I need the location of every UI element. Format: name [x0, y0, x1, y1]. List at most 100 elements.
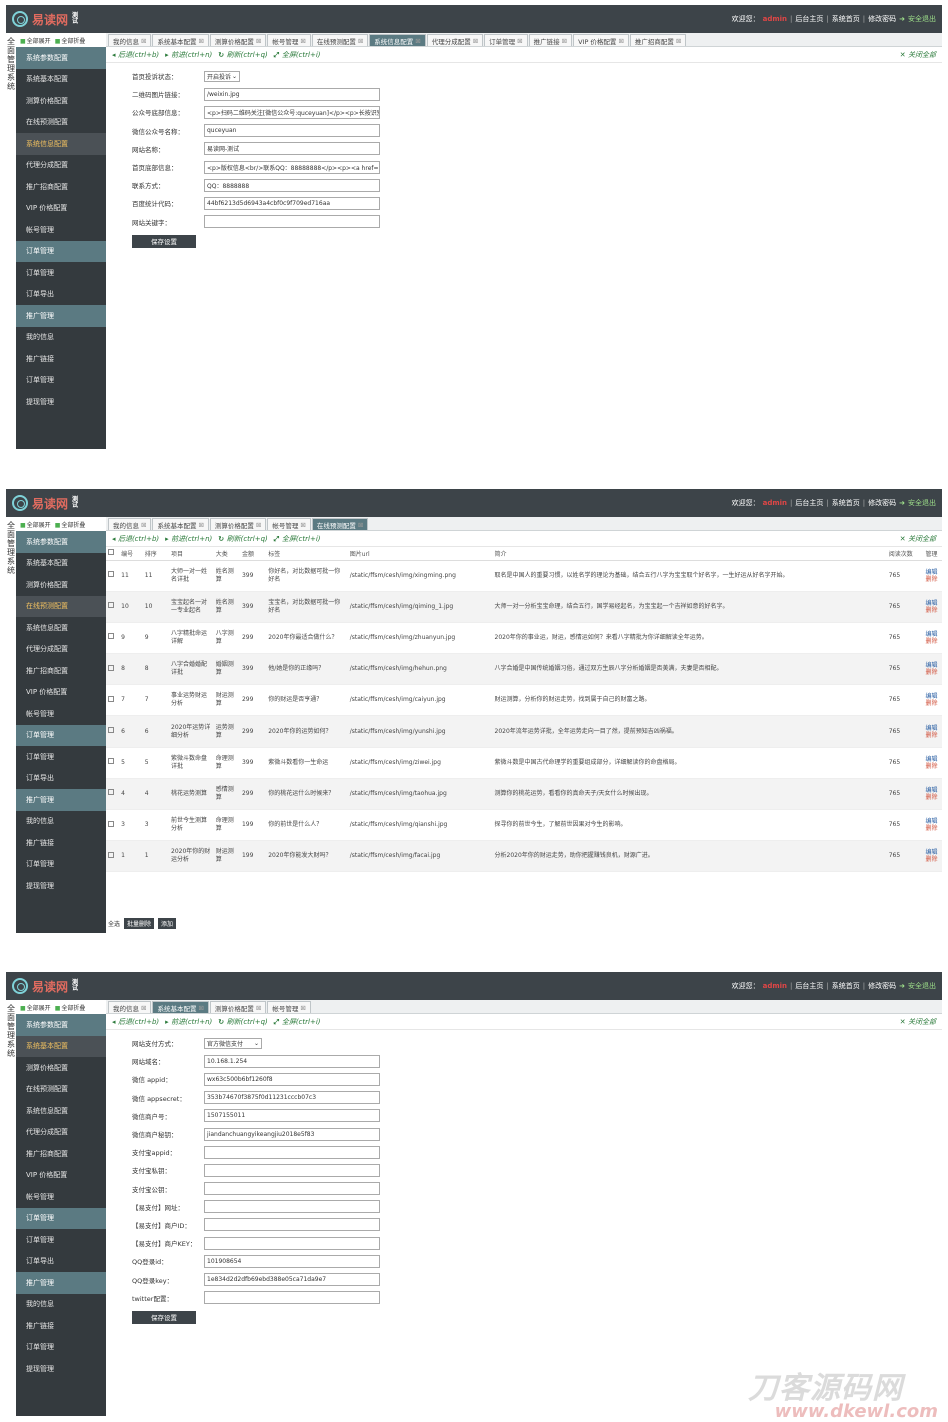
sidebar-item[interactable]: 帐号管理 [16, 703, 106, 725]
collapse-all-button[interactable]: 全部折叠 [55, 520, 85, 529]
text-input[interactable] [204, 1182, 380, 1196]
top-link[interactable]: 系统首页 [832, 498, 860, 508]
text-input[interactable]: 1507155011 [204, 1109, 380, 1123]
tab[interactable]: 在线预测配置 ⊠ [311, 518, 369, 530]
tab[interactable]: 帐号管理 ⊠ [267, 1001, 311, 1013]
close-icon[interactable]: ⊠ [562, 37, 567, 45]
sidebar-item[interactable]: 推广链接 [16, 832, 106, 854]
sidebar-item[interactable]: 订单导出 [16, 1251, 106, 1273]
sidebar-item[interactable]: 推广链接 [16, 1315, 106, 1337]
sidebar-item[interactable]: 订单管理 [16, 854, 106, 876]
close-icon[interactable]: ⊠ [300, 521, 305, 529]
sidebar-item[interactable]: 代理分成配置 [16, 155, 106, 177]
text-input[interactable]: 易读网-测试 [204, 142, 380, 156]
sidebar-item[interactable]: 订单导出 [16, 284, 106, 306]
text-input[interactable]: <p>扫码二维码关注[微信公众号:quceyuan]</p><p>长按识别 [204, 105, 380, 119]
close-icon[interactable]: ⊠ [141, 37, 146, 45]
expand-all-button[interactable]: 全部展开 [20, 1003, 51, 1012]
text-input[interactable]: /weixin.jpg [204, 87, 380, 101]
forward-button[interactable]: ▸ 前进(ctrl+n) [165, 1017, 212, 1027]
sidebar-group[interactable]: 系统参数配置 [16, 1014, 106, 1036]
table-row[interactable]: 3 3 前世今生测算分析 命理测算 199 你的前世是什么人？/static/ffsm/c… [106, 809, 942, 842]
tab[interactable]: 系统基本配置 ⊠ [152, 518, 209, 530]
sidebar-group[interactable]: 系统参数配置 [16, 531, 106, 553]
sidebar-item[interactable]: 系统信息配置 [16, 1100, 106, 1122]
tab[interactable]: 我的信息 ⊠ [108, 1001, 152, 1013]
sidebar-group[interactable]: 推广管理 [16, 305, 106, 327]
sidebar-item[interactable]: 在线预测配置 [16, 112, 106, 134]
close-all-button[interactable]: ✕ 关闭全部 [900, 50, 936, 60]
sidebar-item[interactable]: 我的信息 [16, 811, 106, 833]
text-input[interactable]: wx63c500b6bf1260f8 [204, 1072, 380, 1086]
tab[interactable]: VIP 价格配置 ⊠ [573, 34, 629, 46]
sidebar-item[interactable]: 系统基本配置 [16, 1035, 106, 1057]
sidebar-item[interactable]: 推广招商配置 [16, 660, 106, 682]
text-input[interactable]: QQ：8888888 [204, 178, 380, 192]
logout-icon[interactable]: ➜ [899, 499, 905, 507]
brand-logo[interactable]: 易读网 测试 [12, 495, 80, 512]
text-input[interactable] [204, 1200, 380, 1214]
sidebar-item[interactable]: 测算价格配置 [16, 1057, 106, 1079]
refresh-button[interactable]: ↻ 刷新(ctrl+q) [218, 534, 268, 544]
expand-all-button[interactable]: 全部展开 [20, 520, 51, 529]
close-icon[interactable]: ⊠ [676, 37, 681, 45]
text-input[interactable]: 101908654 [204, 1254, 380, 1268]
top-link[interactable]: 修改密码 [868, 981, 896, 991]
text-input[interactable]: 1e834d2d2dfb69ebd388e05ca71da9e7 [204, 1273, 380, 1287]
tab[interactable]: 我的信息 ⊠ [108, 518, 152, 530]
sidebar-item[interactable]: 提现管理 [16, 391, 106, 413]
row-checkbox[interactable] [108, 695, 114, 702]
row-checkbox[interactable] [108, 758, 114, 765]
select-all-checkbox[interactable] [108, 549, 114, 556]
sidebar-item[interactable]: 订单管理 [16, 1229, 106, 1251]
top-link[interactable]: 后台主页 [795, 498, 823, 508]
sidebar-item[interactable]: 测算价格配置 [16, 90, 106, 112]
add-button[interactable]: 添加 [158, 918, 177, 929]
sidebar-item[interactable]: 系统基本配置 [16, 69, 106, 91]
top-link[interactable]: 修改密码 [868, 498, 896, 508]
sidebar-item[interactable]: VIP 价格配置 [16, 1165, 106, 1187]
sidebar-item[interactable]: 在线预测配置 [16, 1079, 106, 1101]
sidebar-item[interactable]: 帐号管理 [16, 219, 106, 241]
collapse-all-button[interactable]: 全部折叠 [55, 1003, 85, 1012]
text-input[interactable] [204, 1291, 380, 1305]
close-icon[interactable]: ⊠ [358, 521, 363, 529]
table-row[interactable]: 5 5 紫微斗数命盘详批 命理测算 399 紫微斗数看你一生命运/static/ffsm/… [106, 747, 942, 779]
collapse-all-button[interactable]: 全部折叠 [55, 36, 85, 45]
edit-button[interactable]: 编辑 [926, 787, 940, 794]
sidebar-item[interactable]: 我的信息 [16, 1294, 106, 1316]
sidebar-item[interactable]: 订单管理 [16, 370, 106, 392]
sidebar-item[interactable]: 系统信息配置 [16, 617, 106, 639]
table-row[interactable]: 1 1 2020年你的财运分析 财运测算 199 2020年你能发大财吗？/static/… [106, 840, 942, 873]
close-all-button[interactable]: ✕ 关闭全部 [900, 1017, 936, 1027]
table-row[interactable]: 10 10 宝宝起名一对一专业起名 姓名测算 399 宝宝名，对比数据可批一你好名/sta… [106, 591, 942, 623]
sidebar-item[interactable]: 提现管理 [16, 1358, 106, 1380]
sidebar-item[interactable]: 代理分成配置 [16, 639, 106, 661]
tab[interactable]: 测算价格配置 ⊠ [209, 1001, 267, 1013]
select-all-link[interactable]: 全选 [108, 919, 120, 928]
close-icon[interactable]: ⊠ [256, 37, 261, 45]
tab[interactable]: 测算价格配置 ⊠ [209, 518, 267, 530]
text-input[interactable]: <p>版权信息<br/>联系QQ：88888888</p><p><a href=… [204, 160, 380, 174]
fullscreen-button[interactable]: ⤢ 全屏(ctrl+i) [274, 534, 321, 544]
table-row[interactable]: 4 4 桃花运势测算 感情测算 299 你的桃花运什么时候来？/static/ffsm/c… [106, 778, 942, 811]
row-checkbox[interactable] [108, 602, 114, 609]
delete-button[interactable]: 删除 [926, 607, 940, 614]
delete-button[interactable]: 删除 [926, 825, 940, 832]
sidebar-item[interactable]: 测算价格配置 [16, 574, 106, 596]
text-input[interactable] [204, 1218, 380, 1232]
text-input[interactable] [204, 1145, 380, 1159]
fullscreen-button[interactable]: ⤢ 全屏(ctrl+i) [274, 50, 321, 60]
sidebar-item[interactable]: 代理分成配置 [16, 1122, 106, 1144]
edit-button[interactable]: 编辑 [926, 600, 940, 607]
tab[interactable]: 帐号管理 ⊠ [267, 518, 311, 530]
sidebar-item[interactable]: 系统信息配置 [16, 133, 106, 155]
batch-delete-button[interactable]: 批量删除 [124, 918, 155, 929]
delete-button[interactable]: 删除 [926, 763, 940, 770]
row-checkbox[interactable] [108, 789, 114, 796]
sidebar-item[interactable]: 订单导出 [16, 768, 106, 790]
sidebar-item[interactable]: 推广链接 [16, 348, 106, 370]
select-field[interactable]: 官方微信支付 ⌄ [204, 1037, 262, 1049]
sidebar-group[interactable]: 系统参数配置 [16, 47, 106, 69]
delete-button[interactable]: 删除 [926, 732, 940, 739]
